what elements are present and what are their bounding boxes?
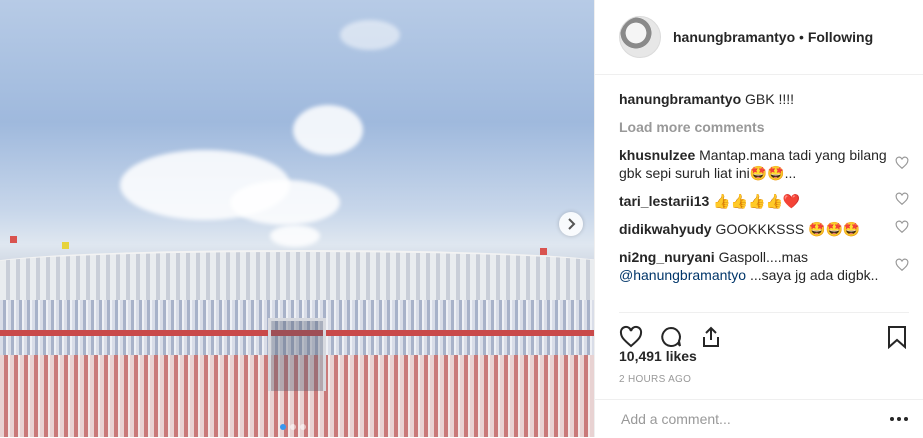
comment-text: 👍👍👍👍❤️ bbox=[713, 193, 801, 209]
cloud bbox=[293, 105, 363, 155]
more-options-icon[interactable] bbox=[890, 412, 908, 426]
load-more-comments-button[interactable]: Load more comments bbox=[619, 118, 909, 136]
dot bbox=[904, 417, 908, 421]
post-actions bbox=[619, 312, 909, 351]
carousel-dots bbox=[280, 424, 306, 430]
comment-body: ni2ng_nuryani Gaspoll....mas @hanungbram… bbox=[619, 248, 887, 284]
chevron-right-icon bbox=[568, 218, 576, 230]
comment-username[interactable]: tari_lestarii13 bbox=[619, 193, 709, 209]
save-button[interactable] bbox=[885, 325, 909, 349]
comment-username[interactable]: khusnulzee bbox=[619, 147, 695, 163]
share-button[interactable] bbox=[699, 325, 723, 349]
comment-text-continued: ...saya jg ada digbk.. bbox=[749, 267, 879, 283]
username-link[interactable]: hanungbramantyo bbox=[673, 29, 795, 45]
avatar[interactable] bbox=[619, 16, 661, 58]
carousel-dot-active bbox=[280, 424, 286, 430]
dot bbox=[890, 417, 894, 421]
comment-body: tari_lestarii13 👍👍👍👍❤️ bbox=[619, 192, 887, 210]
heart-icon[interactable] bbox=[895, 156, 909, 170]
post-header: hanungbramantyo • Following bbox=[595, 0, 923, 75]
header-text: hanungbramantyo • Following bbox=[673, 29, 873, 45]
cloud bbox=[230, 180, 340, 225]
post-photo[interactable] bbox=[0, 0, 594, 437]
caption-username[interactable]: hanungbramantyo bbox=[619, 91, 741, 107]
comment-body: khusnulzee Mantap.mana tadi yang bilang … bbox=[619, 146, 887, 182]
carousel-dot bbox=[290, 424, 296, 430]
comment-item: didikwahyudy GOOKKKSSS 🤩🤩🤩 bbox=[619, 220, 909, 238]
stage bbox=[268, 318, 326, 391]
post-timestamp[interactable]: 2 HOURS AGO bbox=[619, 374, 691, 385]
comment-button[interactable] bbox=[659, 325, 683, 349]
dot bbox=[897, 417, 901, 421]
comments-list: hanungbramantyo GBK !!!! Load more comme… bbox=[619, 90, 909, 294]
bookmark-icon bbox=[888, 326, 906, 349]
carousel-next-button[interactable] bbox=[559, 212, 583, 236]
comment-username[interactable]: ni2ng_nuryani bbox=[619, 249, 715, 265]
post-side-panel: hanungbramantyo • Following hanungbraman… bbox=[594, 0, 923, 437]
heart-icon[interactable] bbox=[895, 220, 909, 234]
carousel-dot bbox=[300, 424, 306, 430]
flag bbox=[10, 236, 17, 243]
add-comment-input[interactable] bbox=[619, 410, 863, 428]
comment-text: Gaspoll....mas bbox=[718, 249, 809, 265]
likes-count[interactable]: 10,491 likes bbox=[619, 348, 697, 364]
comment-item: tari_lestarii13 👍👍👍👍❤️ bbox=[619, 192, 909, 210]
flag bbox=[540, 248, 547, 255]
comment-icon bbox=[661, 326, 681, 347]
following-button[interactable]: Following bbox=[808, 29, 873, 45]
like-button[interactable] bbox=[619, 325, 643, 349]
caption: hanungbramantyo GBK !!!! bbox=[619, 90, 909, 108]
comment-username[interactable]: didikwahyudy bbox=[619, 221, 712, 237]
comment-body: didikwahyudy GOOKKKSSS 🤩🤩🤩 bbox=[619, 220, 887, 238]
separator-dot: • bbox=[799, 29, 804, 45]
comment-item: khusnulzee Mantap.mana tadi yang bilang … bbox=[619, 146, 909, 182]
comment-text: GOOKKKSSS 🤩🤩🤩 bbox=[715, 221, 861, 237]
heart-icon[interactable] bbox=[895, 258, 909, 272]
heart-icon[interactable] bbox=[895, 192, 909, 206]
cloud bbox=[340, 20, 400, 50]
comment-mention-link[interactable]: @hanungbramantyo bbox=[619, 267, 746, 283]
cloud bbox=[270, 225, 320, 247]
flag bbox=[62, 242, 69, 249]
caption-text: GBK !!!! bbox=[745, 91, 795, 107]
share-icon bbox=[703, 326, 719, 347]
heart-icon bbox=[619, 325, 643, 348]
comment-item: ni2ng_nuryani Gaspoll....mas @hanungbram… bbox=[619, 248, 909, 284]
add-comment-bar bbox=[595, 399, 923, 438]
